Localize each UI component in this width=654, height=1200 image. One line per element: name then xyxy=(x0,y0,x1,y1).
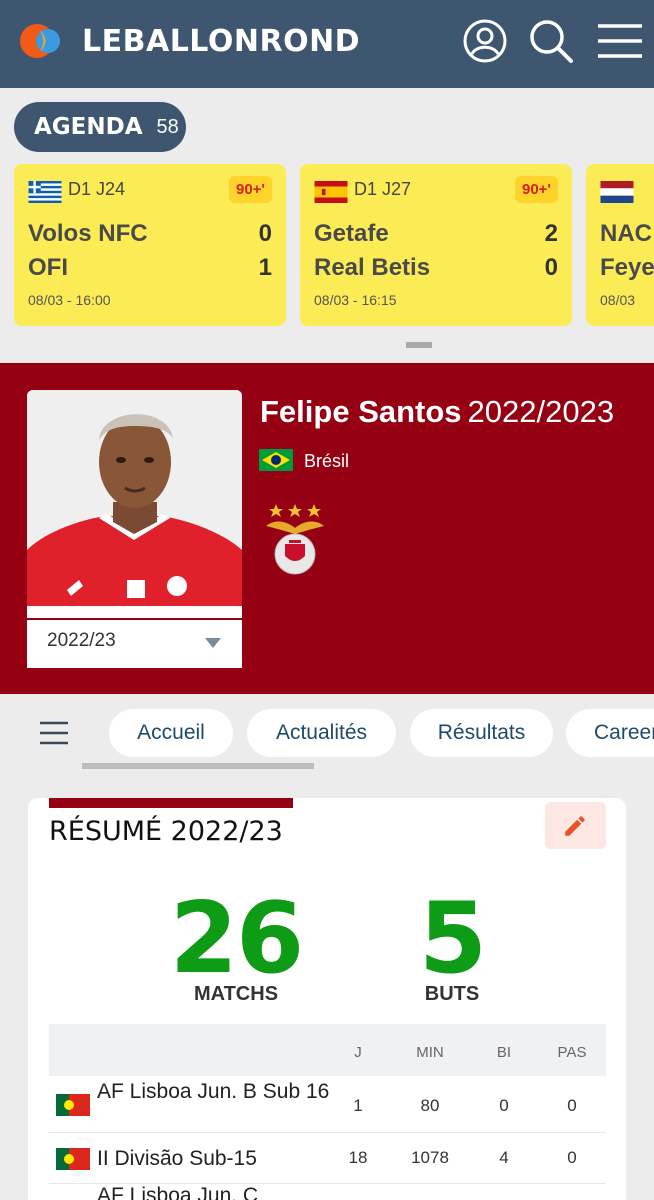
top-bar: LEBALLONROND xyxy=(0,0,654,88)
matches-label: MATCHS xyxy=(193,983,279,1005)
table-row-competition[interactable]: AF Lisboa Jun. B Sub 16 xyxy=(97,1080,342,1104)
table-cell-bi: 0 xyxy=(499,1096,509,1115)
match-card[interactable]: NAC Feye 08/03 xyxy=(586,164,654,326)
season-select[interactable]: 2022/23 xyxy=(47,630,116,652)
match-card[interactable]: D1 J27 90+' Getafe 2 Real Betis 0 08/03 … xyxy=(300,164,572,326)
away-score: 1 xyxy=(258,254,272,281)
tab-accueil[interactable]: Accueil xyxy=(109,709,233,757)
summary-card: RÉSUMÉ 2022/23 26 MATCHS 5 BUTS J MIN BI… xyxy=(28,798,626,1200)
agenda-label: AGENDA xyxy=(34,114,143,140)
match-datetime: 08/03 xyxy=(600,292,636,308)
match-league: D1 J24 xyxy=(68,179,126,199)
player-name: Felipe Santos xyxy=(260,394,462,429)
tab-actualites[interactable]: Actualités xyxy=(247,709,396,757)
away-team: Real Betis xyxy=(314,254,431,281)
greece-flag-icon xyxy=(28,181,62,203)
hamburger-icon[interactable] xyxy=(38,720,70,746)
home-score: 2 xyxy=(544,220,558,247)
logo-ball-icon[interactable] xyxy=(20,21,60,61)
agenda-count: 58 xyxy=(156,115,179,138)
tab-career[interactable]: Career xyxy=(566,709,654,757)
goals-count: 5 xyxy=(418,882,487,996)
table-cell-min: 1078 xyxy=(411,1148,449,1167)
summary-title: RÉSUMÉ 2022/23 xyxy=(49,816,283,847)
site-logo[interactable]: LEBALLONROND xyxy=(82,24,360,59)
user-icon[interactable] xyxy=(462,18,508,64)
portugal-flag-icon xyxy=(56,1094,90,1116)
table-cell-pas: 0 xyxy=(567,1096,577,1115)
player-photo-card: 2022/23 xyxy=(27,390,242,668)
card-accent-bar xyxy=(49,798,293,808)
match-league: D1 J27 xyxy=(354,179,412,199)
netherlands-flag-icon xyxy=(600,181,634,203)
benfica-crest-icon[interactable] xyxy=(262,500,328,580)
col-header-bi: BI xyxy=(496,1044,512,1061)
home-team: Volos NFC xyxy=(28,220,148,247)
pencil-icon xyxy=(565,816,585,836)
table-row-competition[interactable]: II Divisão Sub-15 xyxy=(97,1147,342,1171)
col-header-j: J xyxy=(354,1044,362,1061)
photo-divider xyxy=(27,618,242,620)
col-header-min: MIN xyxy=(416,1044,444,1061)
tab-resultats[interactable]: Résultats xyxy=(410,709,553,757)
table-cell-pas: 0 xyxy=(567,1148,577,1167)
portugal-flag-icon xyxy=(56,1148,90,1170)
table-row-competition[interactable]: AF Lisboa Jun. C xyxy=(97,1184,342,1200)
player-photo xyxy=(27,390,242,606)
goals-label: BUTS xyxy=(424,983,480,1005)
home-team: NAC xyxy=(600,220,652,247)
player-season: 2022/2023 xyxy=(467,394,615,429)
agenda-button[interactable]: AGENDA 58 xyxy=(14,102,186,152)
match-datetime: 08/03 - 16:00 xyxy=(28,292,111,308)
menu-icon[interactable] xyxy=(596,18,642,64)
away-team: OFI xyxy=(28,254,68,281)
chevron-down-icon[interactable] xyxy=(205,638,221,648)
live-badge: 90+' xyxy=(514,176,558,203)
col-header-pas: PAS xyxy=(557,1044,587,1061)
tab-scroll-indicator xyxy=(82,763,314,769)
nationality-label: Brésil xyxy=(304,451,350,471)
match-card[interactable]: D1 J24 90+' Volos NFC 0 OFI 1 08/03 - 16… xyxy=(14,164,286,326)
row-divider xyxy=(49,1132,606,1133)
edit-button[interactable] xyxy=(545,802,606,849)
search-icon[interactable] xyxy=(528,18,574,64)
table-cell-min: 80 xyxy=(420,1096,440,1115)
table-cell-j: 1 xyxy=(353,1096,363,1115)
matches-count: 26 xyxy=(169,882,304,996)
spain-flag-icon xyxy=(314,181,348,203)
live-badge: 90+' xyxy=(228,176,272,203)
table-cell-j: 18 xyxy=(348,1148,368,1167)
player-name-heading: Felipe Santos 2022/2023 xyxy=(260,394,614,430)
away-score: 0 xyxy=(544,254,558,281)
carousel-indicator xyxy=(406,342,432,348)
match-datetime: 08/03 - 16:15 xyxy=(314,292,397,308)
home-team: Getafe xyxy=(314,220,389,247)
table-cell-bi: 4 xyxy=(499,1148,509,1167)
away-team: Feye xyxy=(600,254,654,281)
brazil-flag-icon xyxy=(259,449,293,471)
home-score: 0 xyxy=(258,220,272,247)
